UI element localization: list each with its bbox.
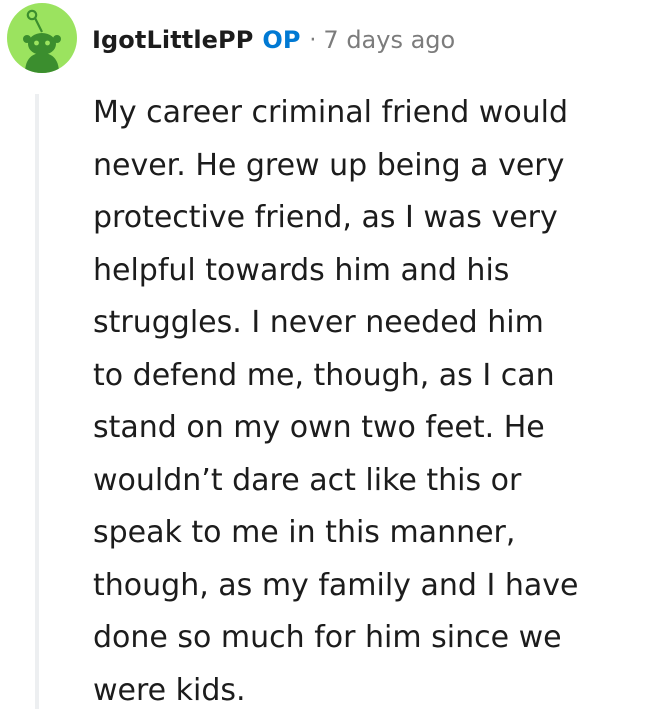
op-badge: OP	[262, 26, 300, 54]
comment-body: My career criminal friend would never. H…	[93, 87, 653, 717]
snoo-avatar-icon	[7, 3, 77, 73]
comment-header: IgotLittlePP OP · 7 days ago	[92, 20, 455, 60]
comment-body-line: though, as my family and I have	[93, 560, 653, 613]
author-username[interactable]: IgotLittlePP	[92, 26, 253, 54]
comment-body-line: stand on my own two feet. He	[93, 402, 653, 455]
comment-body-line: protective friend, as I was very	[93, 192, 653, 245]
thread-collapse-line[interactable]	[35, 94, 39, 709]
comment-body-line: My career criminal friend would	[93, 87, 653, 140]
comment-timestamp[interactable]: 7 days ago	[323, 26, 455, 54]
comment-body-line: struggles. I never needed him	[93, 297, 653, 350]
comment: IgotLittlePP OP · 7 days ago My career c…	[0, 0, 662, 709]
comment-body-line: speak to me in this manner,	[93, 507, 653, 560]
comment-body-line: were kids.	[93, 665, 653, 717]
comment-body-line: helpful towards him and his	[93, 245, 653, 298]
meta-separator: ·	[309, 28, 316, 53]
comment-body-line: wouldn’t dare act like this or	[93, 455, 653, 508]
comment-body-line: to defend me, though, as I can	[93, 350, 653, 403]
comment-body-line: never. He grew up being a very	[93, 140, 653, 193]
comment-body-line: done so much for him since we	[93, 612, 653, 665]
avatar[interactable]	[7, 3, 77, 73]
